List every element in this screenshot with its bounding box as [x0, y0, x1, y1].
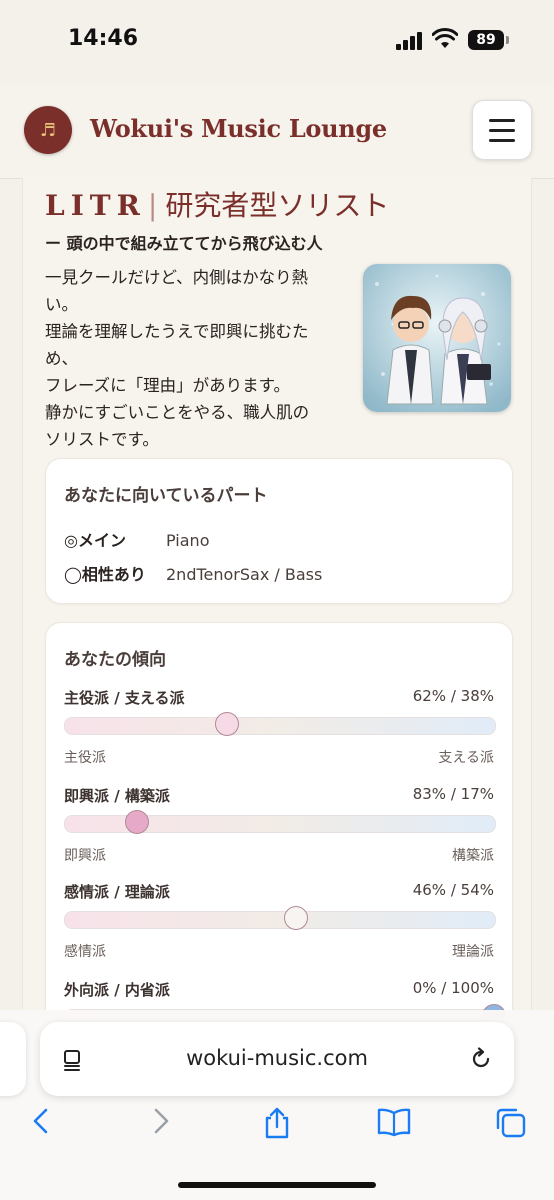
- trait-label: 感情派 / 理論派: [64, 883, 170, 901]
- main-part-value: Piano: [166, 531, 210, 550]
- trait-label: 即興派 / 構築派: [64, 787, 170, 805]
- trait-right-label: 支える派: [438, 750, 494, 766]
- clock: 14:46: [68, 26, 139, 51]
- battery-tip: [506, 36, 509, 44]
- type-subtitle: ー 頭の中で組み立ててから飛び込む人: [45, 234, 323, 253]
- home-indicator: [178, 1182, 376, 1188]
- compatible-part-label: ◯相性あり: [64, 565, 146, 584]
- compatible-part-value: 2ndTenorSax / Bass: [166, 565, 323, 584]
- trait-left-label: 即興派: [64, 848, 106, 864]
- trait-slider-track: [64, 717, 496, 735]
- trait-right-label: 理論派: [452, 944, 494, 960]
- trait-row: 主役派 / 支える派 62% / 38% 主役派 支える派: [64, 687, 496, 767]
- parts-title: あなたに向いているパート: [64, 486, 268, 506]
- trait-slider-knob: [125, 810, 150, 834]
- trait-ends: 即興派 構築派: [64, 845, 494, 865]
- battery-indicator: 89: [468, 30, 504, 50]
- trait-row: 感情派 / 理論派 46% / 54% 感情派 理論派: [64, 881, 496, 961]
- type-code: LITR: [45, 189, 146, 222]
- url-text[interactable]: wokui-music.com: [40, 1046, 514, 1070]
- trait-label: 外向派 / 内省派: [64, 981, 170, 999]
- reload-icon[interactable]: [468, 1046, 494, 1072]
- status-bar: 14:46 89: [0, 0, 554, 84]
- main-part-label: ◎メイン: [64, 531, 126, 550]
- trait-percent: 83% / 17%: [412, 785, 494, 803]
- address-bar[interactable]: wokui-music.com: [40, 1022, 514, 1096]
- recommended-parts-card: あなたに向いているパート ◎メイン Piano ◯相性あり 2ndTenorSax …: [45, 458, 513, 604]
- previous-tab-preview[interactable]: [0, 1022, 26, 1096]
- trait-slider-track: [64, 911, 496, 929]
- main-part-row: ◎メイン Piano: [64, 527, 209, 551]
- type-separator: |: [147, 189, 158, 222]
- trait-percent: 0% / 100%: [412, 979, 494, 997]
- trait-ends: 主役派 支える派: [64, 747, 494, 767]
- tendency-card: あなたの傾向 主役派 / 支える派 62% / 38% 主役派 支える派 即興派…: [45, 622, 513, 1018]
- cellular-signal-icon: [396, 32, 426, 50]
- music-note-icon[interactable]: ♬: [24, 106, 72, 154]
- type-description: 一見クールだけど、内側はかなり熱 い。 理論を理解したうえで即興に挑むた め、 …: [45, 264, 345, 453]
- site-header: ♬ Wokui's Music Lounge: [0, 84, 554, 179]
- description-line: め、: [45, 349, 78, 368]
- tendency-title: あなたの傾向: [64, 650, 166, 670]
- character-illustration: [363, 264, 511, 412]
- description-line: 一見クールだけど、内側はかなり熱: [45, 268, 309, 287]
- type-name: 研究者型ソリスト: [165, 189, 390, 222]
- trait-slider-knob: [284, 906, 309, 930]
- trait-left-label: 主役派: [64, 750, 106, 766]
- compatible-part-row: ◯相性あり 2ndTenorSax / Bass: [64, 561, 322, 585]
- browser-toolbar: wokui-music.com: [0, 1010, 554, 1200]
- site-title[interactable]: Wokui's Music Lounge: [90, 114, 387, 143]
- result-panel: LITR| 研究者型ソリスト ー 頭の中で組み立ててから飛び込む人 一見クールだけ…: [22, 178, 532, 1018]
- description-line: ソリストです。: [45, 430, 159, 449]
- wifi-icon: [432, 28, 458, 48]
- description-line: 静かにすごいことをやる、職人肌の: [45, 403, 310, 422]
- description-line: い。: [45, 295, 78, 314]
- hamburger-menu-button[interactable]: [472, 100, 532, 160]
- tabs-icon[interactable]: [494, 1106, 528, 1140]
- share-icon[interactable]: [262, 1106, 292, 1140]
- trait-left-label: 感情派: [64, 944, 106, 960]
- trait-label: 主役派 / 支える派: [64, 689, 185, 707]
- trait-row: 即興派 / 構築派 83% / 17% 即興派 構築派: [64, 785, 496, 865]
- trait-percent: 62% / 38%: [412, 687, 494, 705]
- bookmarks-icon[interactable]: [376, 1106, 412, 1138]
- trait-ends: 感情派 理論派: [64, 941, 494, 961]
- back-icon[interactable]: [28, 1106, 54, 1136]
- forward-icon[interactable]: [148, 1106, 174, 1136]
- trait-percent: 46% / 54%: [412, 881, 494, 899]
- description-line: フレーズに「理由」があります。: [45, 376, 291, 395]
- description-line: 理論を理解したうえで即興に挑むた: [45, 322, 309, 341]
- trait-right-label: 構築派: [452, 848, 494, 864]
- type-title: LITR| 研究者型ソリスト: [45, 184, 389, 224]
